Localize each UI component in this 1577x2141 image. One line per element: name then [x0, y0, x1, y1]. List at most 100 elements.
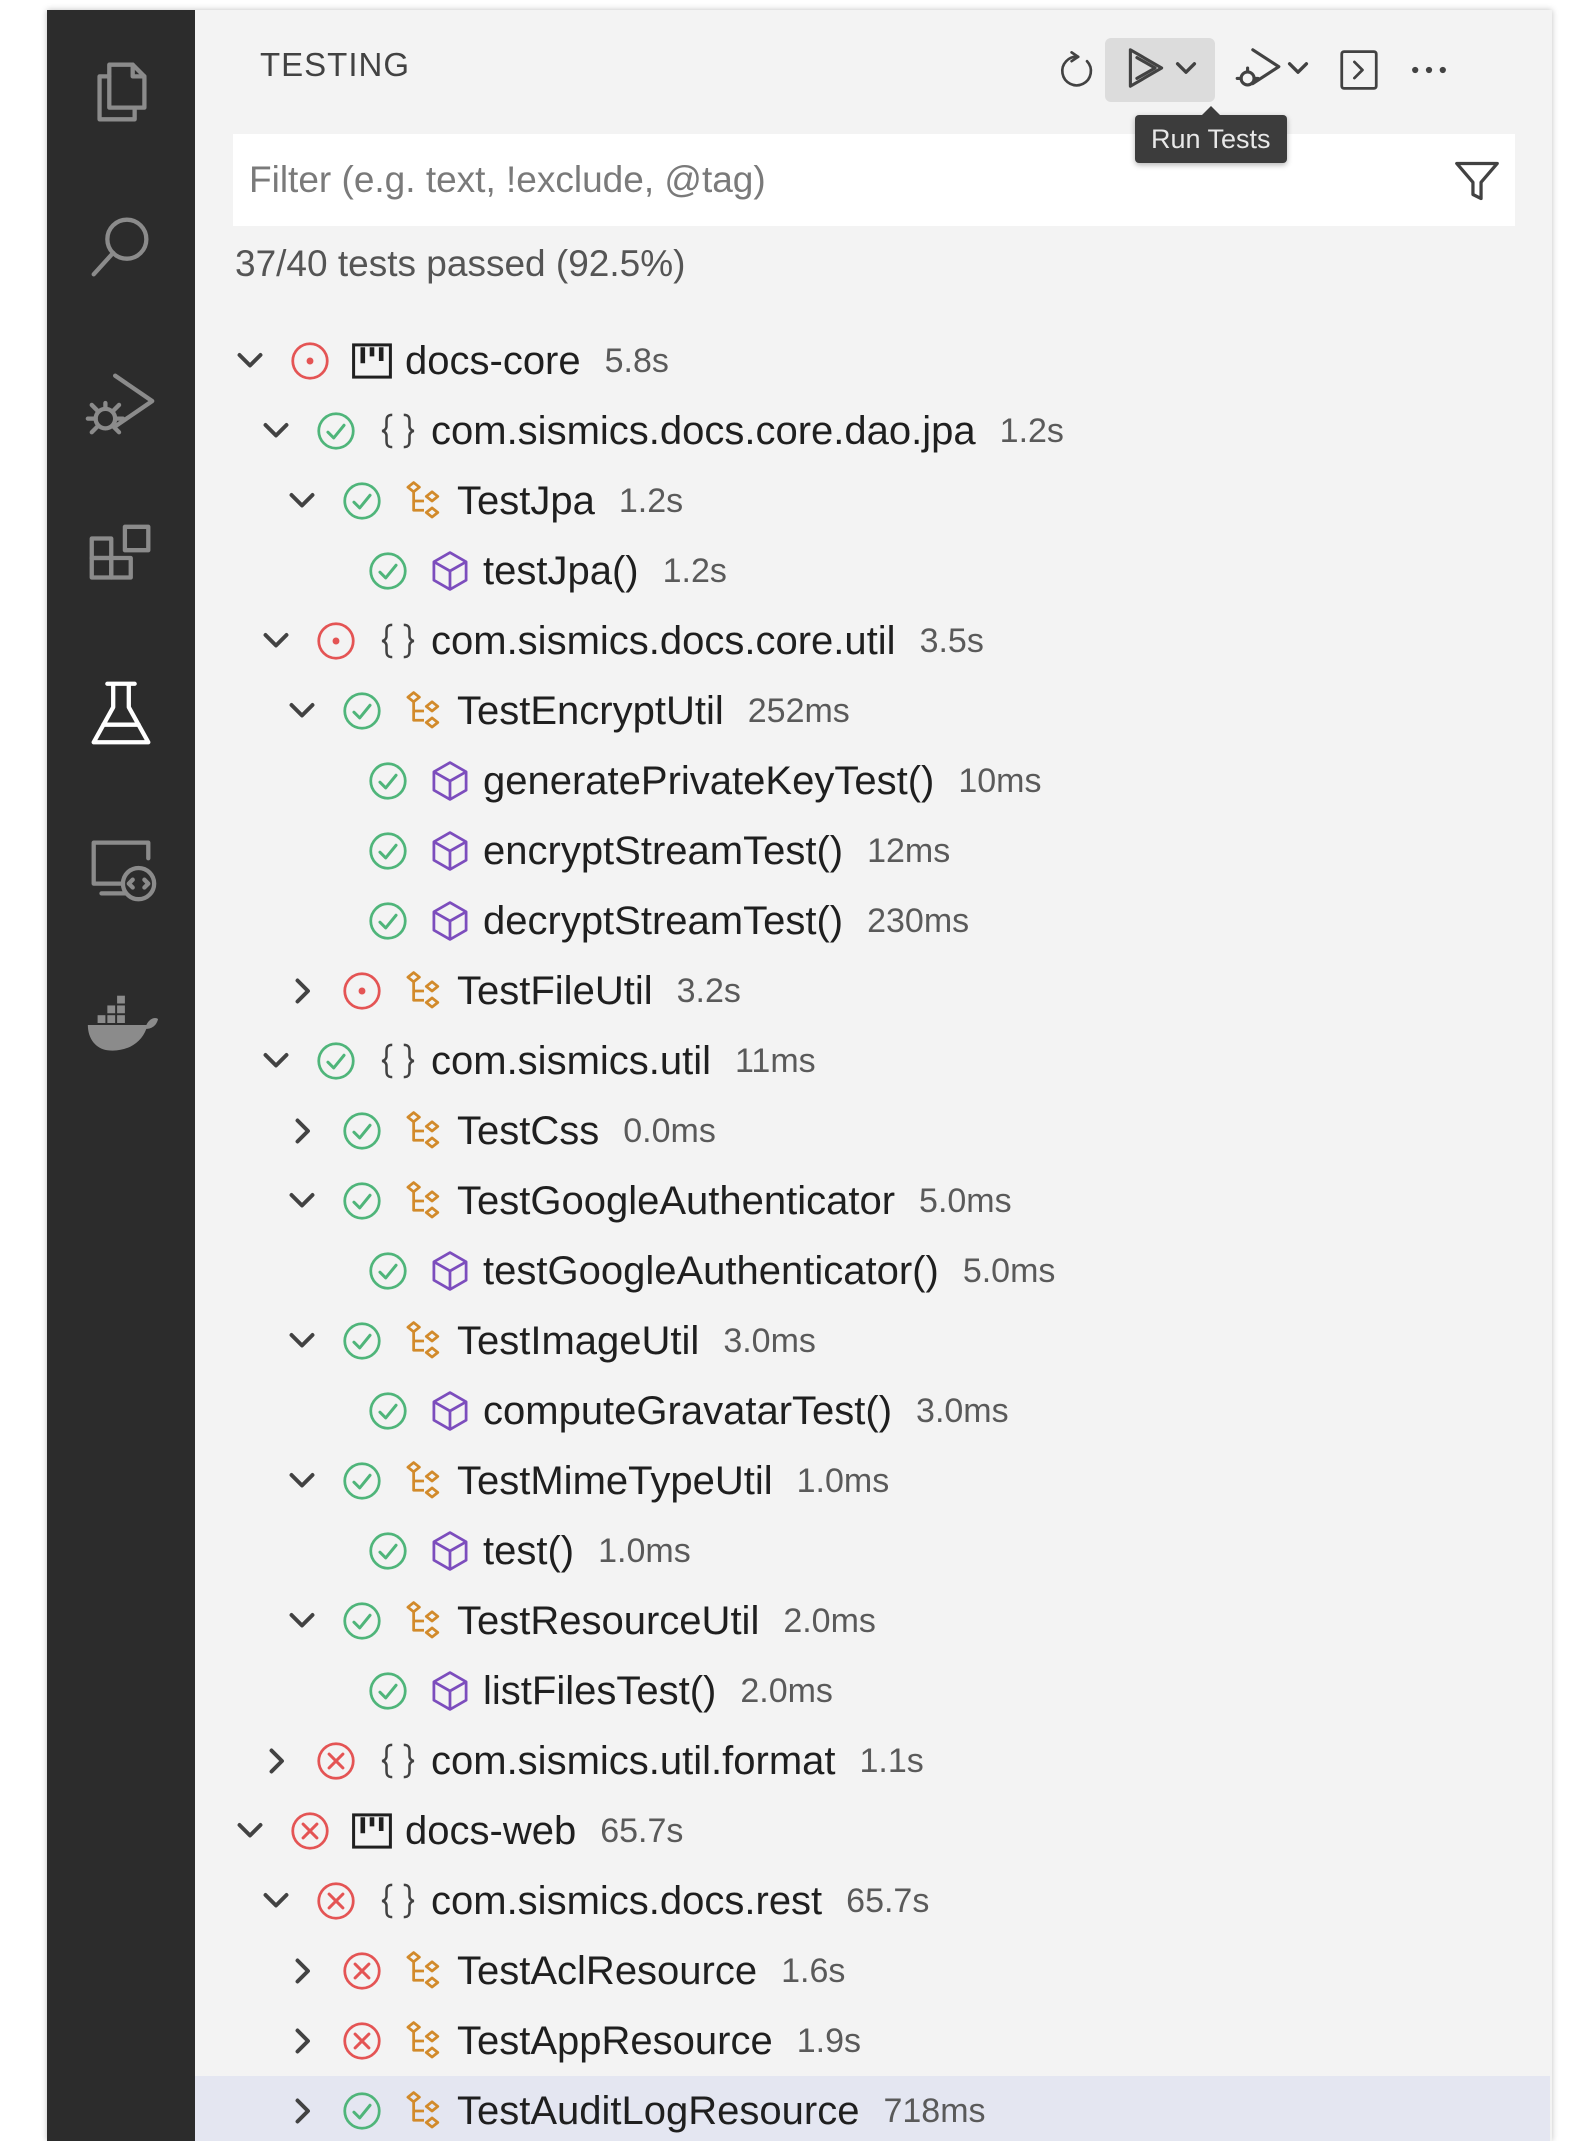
vscode-window: TESTING Run Tests Filter (e.g. text, !ex… — [47, 10, 1552, 2141]
chevron-right-icon[interactable] — [287, 976, 317, 1006]
tree-item-duration: 3.2s — [676, 971, 741, 1010]
chevron-down-icon[interactable] — [235, 346, 265, 376]
chevron-down-icon[interactable] — [287, 1326, 317, 1356]
chevron-down-icon[interactable] — [1172, 54, 1200, 86]
tree-item-label: TestMimeTypeUtil — [457, 1458, 773, 1503]
tree-item-method[interactable]: testJpa() 1.2s — [195, 536, 1550, 606]
chevron-right-icon[interactable] — [287, 2026, 317, 2056]
chevron-down-icon[interactable] — [287, 1186, 317, 1216]
chevron-down-icon[interactable] — [261, 416, 291, 446]
package-icon — [375, 1038, 421, 1084]
remote-explorer-icon[interactable] — [61, 808, 181, 928]
debug-tests-button[interactable] — [1222, 38, 1322, 102]
chevron-down-icon[interactable] — [261, 626, 291, 656]
tree-item-method[interactable]: testGoogleAuthenticator() 5.0ms — [195, 1236, 1550, 1306]
tree-item-label: TestAclResource — [457, 1948, 758, 1993]
tree-item-project[interactable]: docs-core 5.8s — [195, 326, 1550, 396]
run-tests-button[interactable] — [1105, 38, 1215, 102]
tree-item-package[interactable]: com.sismics.util 11ms — [195, 1026, 1550, 1096]
chevron-right-icon[interactable] — [287, 1956, 317, 1986]
tree-item-package[interactable]: com.sismics.docs.core.dao.jpa 1.2s — [195, 396, 1550, 466]
testing-flask-icon[interactable] — [61, 653, 181, 773]
run-debug-icon[interactable] — [61, 343, 181, 463]
chevron-down-icon[interactable] — [287, 1606, 317, 1636]
docker-icon[interactable] — [61, 963, 181, 1083]
tree-item-class[interactable]: TestAuditLogResource 718ms — [195, 2076, 1550, 2141]
tree-item-class[interactable]: TestAclResource 1.6s — [195, 1936, 1550, 2006]
chevron-down-icon[interactable] — [287, 696, 317, 726]
tree-item-class[interactable]: TestImageUtil 3.0ms — [195, 1306, 1550, 1376]
tree-item-duration: 252ms — [747, 691, 850, 730]
passed-icon — [339, 1108, 385, 1154]
tree-item-method[interactable]: listFilesTest() 2.0ms — [195, 1656, 1550, 1726]
filter-icon[interactable] — [1449, 154, 1505, 208]
refresh-icon[interactable] — [1045, 38, 1107, 102]
class-icon — [401, 1178, 447, 1224]
tree-item-package[interactable]: com.sismics.util.format 1.1s — [195, 1726, 1550, 1796]
tree-item-label: com.sismics.util — [431, 1038, 712, 1083]
tree-item-package[interactable]: com.sismics.docs.core.util 3.5s — [195, 606, 1550, 676]
filter-box — [233, 134, 1515, 226]
method-icon — [427, 1248, 473, 1294]
tree-item-label: TestEncryptUtil — [457, 688, 724, 733]
method-icon — [427, 1528, 473, 1574]
tree-item-method[interactable]: generatePrivateKeyTest() 10ms — [195, 746, 1550, 816]
chevron-right-icon[interactable] — [287, 2096, 317, 2126]
tree-item-package[interactable]: com.sismics.docs.rest 65.7s — [195, 1866, 1550, 1936]
tree-item-class[interactable]: TestCss 0.0ms — [195, 1096, 1550, 1166]
tree-item-project[interactable]: docs-web 65.7s — [195, 1796, 1550, 1866]
chevron-down-icon[interactable] — [287, 486, 317, 516]
more-actions-icon[interactable] — [1397, 38, 1461, 102]
show-output-icon[interactable] — [1327, 38, 1391, 102]
run-tests-tooltip: Run Tests — [1135, 106, 1287, 163]
method-icon — [427, 898, 473, 944]
tree-item-method[interactable]: encryptStreamTest() 12ms — [195, 816, 1550, 886]
tree-item-duration: 11ms — [735, 1041, 816, 1080]
chevron-down-icon[interactable] — [261, 1886, 291, 1916]
passed-icon — [365, 548, 411, 594]
tree-item-method[interactable]: test() 1.0ms — [195, 1516, 1550, 1586]
tree-item-label: testJpa() — [483, 548, 639, 593]
tree-item-label: com.sismics.docs.core.util — [431, 618, 896, 663]
tree-item-label: TestResourceUtil — [457, 1598, 760, 1643]
errored-icon — [313, 618, 359, 664]
tree-item-label: TestAppResource — [457, 2018, 773, 2063]
tree-item-duration: 230ms — [867, 901, 970, 940]
class-icon — [401, 1948, 447, 1994]
tree-item-class[interactable]: TestAppResource 1.9s — [195, 2006, 1550, 2076]
chevron-down-icon[interactable] — [261, 1046, 291, 1076]
tree-item-method[interactable]: computeGravatarTest() 3.0ms — [195, 1376, 1550, 1446]
chevron-down-icon[interactable] — [235, 1816, 265, 1846]
tree-item-label: com.sismics.docs.rest — [431, 1878, 823, 1923]
tree-item-method[interactable]: decryptStreamTest() 230ms — [195, 886, 1550, 956]
tree-item-label: encryptStreamTest() — [483, 828, 844, 873]
tree-item-duration: 3.0ms — [916, 1391, 1009, 1430]
passed-icon — [365, 1248, 411, 1294]
chevron-right-icon[interactable] — [287, 1116, 317, 1146]
tree-item-duration: 1.2s — [618, 481, 684, 520]
method-icon — [427, 828, 473, 874]
tree-item-duration: 5.8s — [604, 341, 669, 380]
passed-icon — [365, 1528, 411, 1574]
package-icon — [375, 1738, 421, 1784]
tree-item-class[interactable]: TestMimeTypeUtil 1.0ms — [195, 1446, 1550, 1516]
chevron-right-icon[interactable] — [261, 1746, 291, 1776]
class-icon — [401, 2088, 447, 2134]
tree-item-class[interactable]: TestResourceUtil 2.0ms — [195, 1586, 1550, 1656]
class-icon — [401, 1108, 447, 1154]
extensions-icon[interactable] — [61, 498, 181, 618]
method-icon — [427, 1668, 473, 1714]
tree-item-label: generatePrivateKeyTest() — [483, 758, 935, 803]
tree-item-class[interactable]: TestFileUtil 3.2s — [195, 956, 1550, 1026]
tree-item-duration: 1.0ms — [796, 1461, 890, 1500]
tree-item-class[interactable]: TestGoogleAuthenticator 5.0ms — [195, 1166, 1550, 1236]
tree-item-duration: 718ms — [883, 2091, 986, 2130]
search-icon[interactable] — [61, 187, 181, 307]
chevron-down-icon[interactable] — [287, 1466, 317, 1496]
tree-item-class[interactable]: TestJpa 1.2s — [195, 466, 1550, 536]
passed-icon — [365, 758, 411, 804]
tree-item-label: TestGoogleAuthenticator — [457, 1178, 896, 1223]
chevron-down-icon[interactable] — [1284, 54, 1312, 86]
tree-item-class[interactable]: TestEncryptUtil 252ms — [195, 676, 1550, 746]
explorer-icon[interactable] — [61, 32, 181, 152]
